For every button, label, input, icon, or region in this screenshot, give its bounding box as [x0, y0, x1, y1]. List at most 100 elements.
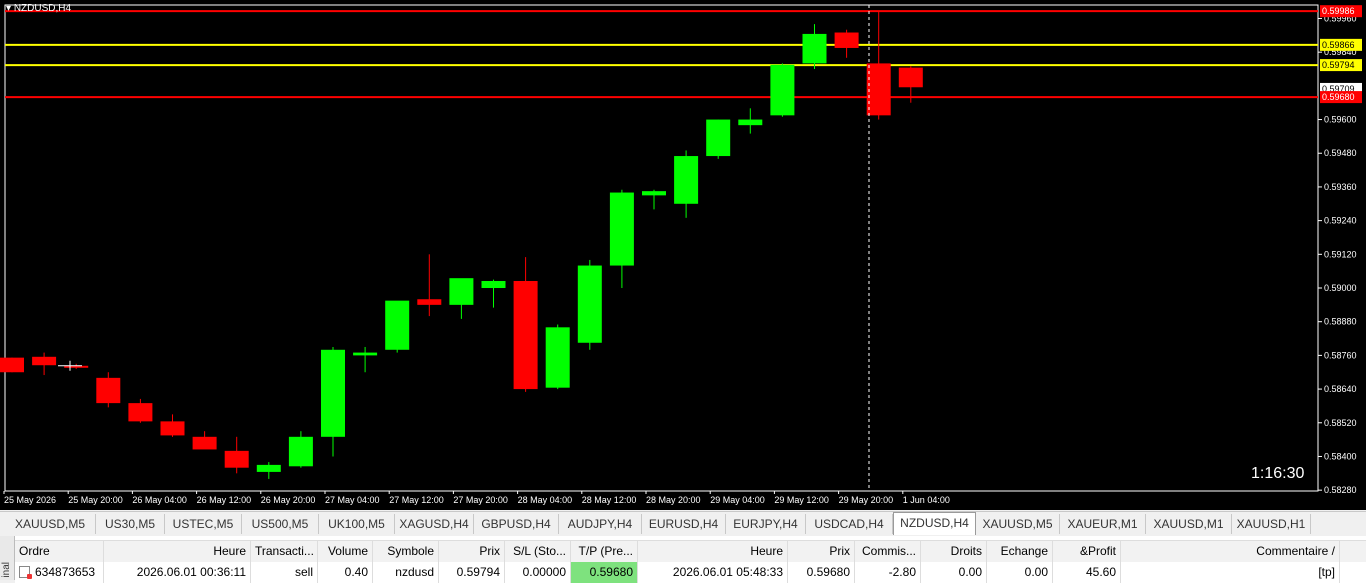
price-tick-label: 0.59120: [1324, 249, 1357, 259]
bull-candle: [449, 278, 474, 305]
bear-candle: [96, 377, 121, 404]
chart-tab[interactable]: XAUUSD,H1: [1232, 514, 1311, 534]
price-tick-label: 0.59240: [1324, 216, 1357, 226]
time-axis-label: 26 May 20:00: [261, 495, 316, 505]
top-red-level-price-label: 0.59986: [1322, 6, 1355, 16]
bull-candle: [288, 436, 313, 467]
bear-candle: [898, 67, 923, 88]
chart-tab[interactable]: AUDJPY,H4: [559, 514, 642, 534]
terminal-panel: inal Ordre Heure Transacti... Volume Symbole…: [0, 536, 1366, 583]
time-axis-label: 29 May 04:00: [710, 495, 765, 505]
chart-canvas[interactable]: 0.599600.598400.596000.594800.593600.592…: [0, 0, 1366, 510]
price-tick-label: 0.59480: [1324, 148, 1357, 158]
bear-candle: [128, 403, 153, 422]
price-tick-label: 0.59600: [1324, 115, 1357, 125]
column-header-prix-now[interactable]: Prix: [788, 541, 855, 562]
column-header-tp[interactable]: T/P (Pre...: [571, 541, 638, 562]
bear-candle: [160, 421, 185, 436]
bear-candle: [834, 32, 859, 48]
chart-tab[interactable]: NZDUSD,H4: [893, 512, 976, 535]
plot-frame: [4, 4, 1319, 492]
chart-tab[interactable]: XAGUSD,H4: [395, 514, 474, 534]
terminal-header-row: Ordre Heure Transacti... Volume Symbole Prix S…: [15, 540, 1366, 563]
bull-candle: [609, 192, 634, 266]
chart-tab[interactable]: XAUUSD,M1: [1146, 514, 1232, 534]
bull-candle: [385, 300, 410, 350]
column-header-echange[interactable]: Echange: [987, 541, 1053, 562]
bull-candle: [738, 119, 763, 126]
lower-yellow-level-price-label: 0.59794: [1322, 60, 1355, 70]
chart-tab[interactable]: UK100,M5: [319, 514, 395, 534]
column-header-profit[interactable]: &Profit: [1053, 541, 1121, 562]
price-tick-label: 0.58760: [1324, 350, 1357, 360]
bull-candle: [481, 280, 506, 289]
bull-candle: [706, 119, 731, 157]
time-axis-label: 26 May 12:00: [197, 495, 252, 505]
bear-candle: [192, 436, 217, 450]
terminal-side-label: inal: [0, 536, 15, 580]
bull-candle: [770, 64, 795, 116]
chart-menu-triangle-icon[interactable]: ▾: [6, 3, 11, 14]
time-axis-label: 25 May 20:00: [68, 495, 123, 505]
chart-symbol-label: ▾ NZDUSD,H4: [6, 3, 71, 14]
sell-order-icon: [19, 566, 32, 579]
bull-candle: [353, 352, 378, 356]
bull-candle: [674, 156, 699, 204]
candle-timer: 1:16:30: [1251, 465, 1304, 482]
column-header-sl[interactable]: S/L (Sto...: [505, 541, 571, 562]
time-axis-label: 27 May 04:00: [325, 495, 380, 505]
time-axis-label: 1 Jun 04:00: [903, 495, 950, 505]
column-header-heure-now[interactable]: Heure: [638, 541, 788, 562]
time-axis-label: 27 May 20:00: [453, 495, 508, 505]
bear-candle: [513, 280, 538, 390]
chart-tab[interactable]: XAUUSD,M5: [5, 514, 96, 534]
chart-tab[interactable]: US500,M5: [242, 514, 319, 534]
bear-candle: [866, 63, 891, 116]
bull-candle: [577, 265, 602, 343]
price-tick-label: 0.59360: [1324, 182, 1357, 192]
chart-tab[interactable]: GBPUSD,H4: [474, 514, 559, 534]
time-axis-label: 28 May 04:00: [518, 495, 573, 505]
chart-tabs-bar: XAUUSD,M5 US30,M5 USTEC,M5 US500,M5 UK100,M5…: [0, 511, 1366, 536]
time-axis-label: 29 May 20:00: [839, 495, 894, 505]
price-tick-label: 0.58640: [1324, 384, 1357, 394]
bear-candle: [417, 299, 442, 305]
column-header-transaction[interactable]: Transacti...: [251, 541, 318, 562]
column-header-ordre[interactable]: Ordre: [15, 541, 104, 562]
upper-yellow-level-price-label: 0.59866: [1322, 40, 1355, 50]
bull-candle: [321, 349, 345, 437]
bear-candle: [0, 357, 24, 373]
bull-candle: [545, 327, 570, 388]
time-axis-label: 28 May 20:00: [646, 495, 701, 505]
time-axis-label: 25 May 2026: [4, 495, 56, 505]
column-header-prix-open[interactable]: Prix: [439, 541, 505, 562]
price-chart[interactable]: 0.59960 0.59840 0.59600 0.59480 0.59360 0.592…: [0, 0, 1366, 510]
column-header-commission[interactable]: Commis...: [855, 541, 921, 562]
chart-tab[interactable]: EURJPY,H4: [726, 514, 806, 534]
price-tick-label: 0.58400: [1324, 451, 1357, 461]
column-header-volume[interactable]: Volume: [318, 541, 373, 562]
column-header-heure-open[interactable]: Heure: [104, 541, 251, 562]
column-header-commentaire[interactable]: Commentaire /: [1121, 541, 1340, 562]
chart-tab[interactable]: EURUSD,H4: [642, 514, 726, 534]
chart-tab[interactable]: XAUUSD,M5: [976, 514, 1060, 534]
bear-candle: [224, 450, 249, 468]
tp-red-level-price-label: 0.59680: [1322, 92, 1355, 102]
chart-tab[interactable]: US30,M5: [96, 514, 165, 534]
time-axis-label: 28 May 12:00: [582, 495, 637, 505]
chart-tab[interactable]: XAUEUR,M1: [1060, 514, 1146, 534]
terminal-side-text: inal: [1, 562, 12, 578]
bull-candle: [802, 33, 827, 64]
time-axis-label: 29 May 12:00: [774, 495, 829, 505]
symbol-title: NZDUSD,H4: [13, 3, 72, 14]
bear-candle: [32, 356, 57, 366]
price-tick-label: 0.58880: [1324, 317, 1357, 327]
chart-tab[interactable]: USDCAD,H4: [806, 514, 893, 534]
bull-candle: [642, 191, 666, 196]
price-tick-label: 0.58280: [1324, 485, 1357, 495]
price-tick-label: 0.58520: [1324, 418, 1357, 428]
chart-tab[interactable]: USTEC,M5: [165, 514, 242, 534]
column-header-droits[interactable]: Droits: [921, 541, 987, 562]
price-tick-label: 0.59000: [1324, 283, 1357, 293]
column-header-symbole[interactable]: Symbole: [373, 541, 439, 562]
